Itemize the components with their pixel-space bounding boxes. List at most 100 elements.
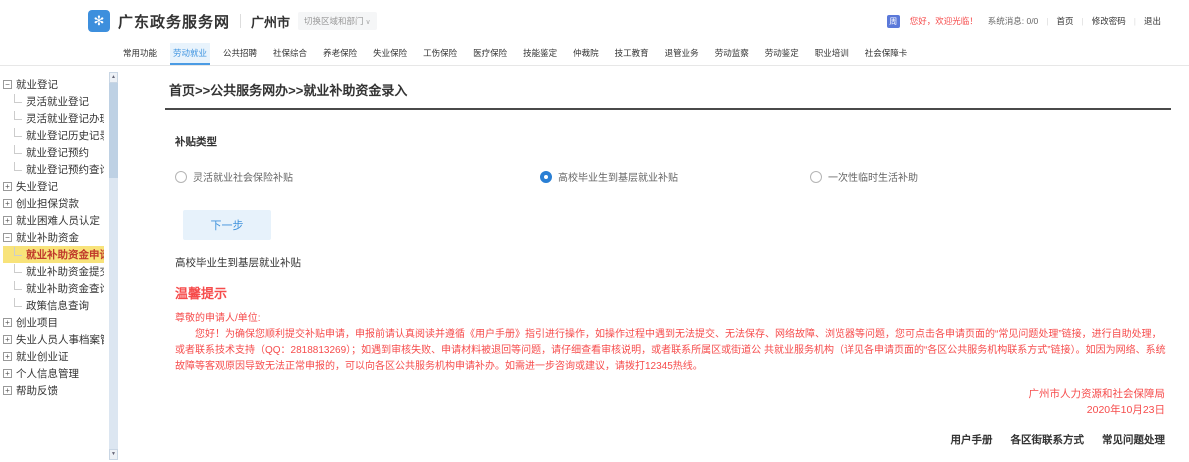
selected-subsidy-text: 高校毕业生到基层就业补贴 — [175, 257, 301, 269]
sidebar-item-label: 就业补助资金查询 — [26, 283, 104, 295]
change-password-link[interactable]: 修改密码 — [1092, 15, 1126, 27]
sidebar-item[interactable]: 就业登记预约查询 — [3, 161, 104, 178]
sidebar-item[interactable]: 灵活就业登记办理结果 — [3, 110, 104, 127]
nav-item-4[interactable]: 社保综合 — [270, 43, 310, 65]
breadcrumb: 首页>>公共服务网办>>就业补助资金录入 — [165, 78, 1171, 110]
footer-link-3[interactable]: 常见问题处理 — [1102, 434, 1165, 446]
sidebar-item[interactable]: 就业登记历史记录 — [3, 127, 104, 144]
sidebar-item[interactable]: + 就业创业证 — [3, 348, 104, 365]
tree-branch-icon — [14, 145, 22, 154]
sidebar-item[interactable]: 就业补助资金提交 — [3, 263, 104, 280]
nav-item-9[interactable]: 技能鉴定 — [520, 43, 560, 65]
sidebar-item[interactable]: + 失业登记 — [3, 178, 104, 195]
sidebar-item-label: 政策信息查询 — [26, 300, 89, 312]
sidebar-item[interactable]: 就业补助资金申请 — [3, 246, 104, 263]
nav-item-8[interactable]: 医疗保险 — [470, 43, 510, 65]
nav-item-11[interactable]: 技工教育 — [612, 43, 652, 65]
notice-signature: 广州市人力资源和社会保障局 2020年10月23日 — [165, 386, 1171, 418]
agency-name: 广州市人力资源和社会保障局 — [1028, 388, 1166, 400]
sidebar-item-label: 就业登记 — [16, 79, 58, 91]
nav-item-10[interactable]: 仲裁院 — [570, 43, 602, 65]
expand-icon[interactable]: + — [3, 386, 12, 395]
sidebar-item[interactable]: + 就业困难人员认定 — [3, 212, 104, 229]
sidebar-item-label: 就业登记预约 — [26, 147, 89, 159]
radio-unchecked-icon[interactable] — [810, 170, 822, 183]
logout-link[interactable]: 退出 — [1144, 15, 1161, 27]
sidebar-item[interactable]: + 帮助反馈 — [3, 382, 104, 399]
expand-icon[interactable]: + — [3, 352, 12, 361]
sidebar-item[interactable]: + 创业项目 — [3, 314, 104, 331]
nav-item-3[interactable]: 公共招聘 — [220, 43, 260, 65]
tree-branch-icon — [14, 247, 22, 256]
sidebar-item[interactable]: + 个人信息管理 — [3, 365, 104, 382]
footer-link-2[interactable]: 各区街联系方式 — [1011, 434, 1085, 446]
nav-item-6[interactable]: 失业保险 — [370, 43, 410, 65]
scroll-down-icon[interactable]: ▼ — [109, 449, 118, 460]
sidebar-item[interactable]: + 创业担保贷款 — [3, 195, 104, 212]
footer-links: 用户手册 各区街联系方式 常见问题处理 — [165, 432, 1171, 447]
page-body: −就业登记灵活就业登记灵活就业登记办理结果就业登记历史记录就业登记预约就业登记预… — [0, 66, 1189, 462]
expand-icon[interactable]: + — [3, 182, 12, 191]
sidebar-item[interactable]: − 就业登记 — [3, 76, 104, 93]
radio-option-2[interactable]: 高校毕业生到基层就业补贴 — [540, 169, 810, 184]
sidebar-item[interactable]: 就业登记预约 — [3, 144, 104, 161]
sidebar-item-label: 创业担保贷款 — [16, 198, 79, 210]
main-nav: 常用功能 劳动就业 公共招聘 社保综合 养老保险 失业保险 工伤保险 医疗保险 技能鉴定 仲裁院技… — [0, 42, 1189, 66]
nav-item-16[interactable]: 社会保障卡 — [862, 43, 911, 65]
nav-item-14[interactable]: 劳动鉴定 — [762, 43, 802, 65]
tree-branch-icon — [14, 281, 22, 290]
sidebar-item[interactable]: + 失业人员人事档案管理 — [3, 331, 104, 348]
nav-item-15[interactable]: 职业培训 — [812, 43, 852, 65]
collapse-icon[interactable]: − — [3, 233, 12, 242]
scrollbar-thumb[interactable] — [109, 83, 118, 178]
home-link[interactable]: 首页 — [1057, 15, 1074, 27]
subsidy-type-label: 补贴类型 — [175, 136, 217, 148]
sidebar-item-label: 就业补助资金提交 — [26, 266, 104, 278]
notice-title: 温馨提示 — [175, 286, 228, 301]
sidebar-scrollbar[interactable]: ▲ ▼ — [109, 72, 118, 460]
notice-body: 您好！为确保您顺利提交补贴申请，申报前请认真阅读并遵循《用户手册》指引进行操作，… — [175, 329, 1166, 372]
tree-branch-icon — [14, 298, 22, 307]
region-switch-label: 切换区域和部门 — [304, 16, 364, 26]
expand-icon[interactable]: + — [3, 318, 12, 327]
expand-icon[interactable]: + — [3, 199, 12, 208]
radio-option-label: 一次性临时生活补助 — [828, 173, 918, 184]
nav-item-2[interactable]: 劳动就业 — [170, 43, 211, 65]
nav-item-1[interactable]: 常用功能 — [120, 43, 160, 65]
system-message[interactable]: 系统消息: 0/0 — [988, 15, 1039, 27]
region-switch-dropdown[interactable]: 切换区域和部门 ∨ — [298, 12, 377, 30]
sidebar-item-label: 就业创业证 — [16, 351, 69, 363]
sidebar-tree: −就业登记灵活就业登记灵活就业登记办理结果就业登记历史记录就业登记预约就业登记预… — [3, 76, 120, 399]
nav-item-7[interactable]: 工伤保险 — [420, 43, 460, 65]
radio-option-3[interactable]: 一次性临时生活补助 — [810, 169, 918, 184]
sidebar-item-label: 就业补助资金申请 — [26, 249, 104, 261]
sidebar-item-label: 失业人员人事档案管理 — [16, 334, 104, 346]
nav-item-13[interactable]: 劳动监察 — [712, 43, 752, 65]
sidebar-item[interactable]: 灵活就业登记 — [3, 93, 104, 110]
chevron-down-icon: ∨ — [365, 19, 371, 26]
footer-link-1[interactable]: 用户手册 — [951, 434, 993, 446]
expand-icon[interactable]: + — [3, 216, 12, 225]
sidebar-item[interactable]: − 就业补助资金 — [3, 229, 104, 246]
sidebar-item-label: 帮助反馈 — [16, 385, 58, 397]
tree-branch-icon — [14, 94, 22, 103]
sidebar-item[interactable]: 就业补助资金查询 — [3, 280, 104, 297]
sidebar-item-label: 个人信息管理 — [16, 368, 79, 380]
collapse-icon[interactable]: − — [3, 80, 12, 89]
user-avatar[interactable]: 周 — [886, 14, 900, 28]
scroll-up-icon[interactable]: ▲ — [109, 72, 118, 83]
next-step-button[interactable]: 下一步 — [183, 210, 271, 240]
radio-checked-icon[interactable] — [540, 170, 552, 183]
tree-branch-icon — [14, 111, 22, 120]
sidebar-item-label: 就业登记预约查询 — [26, 164, 104, 176]
radio-unchecked-icon[interactable] — [175, 170, 187, 183]
site-logo-icon: ✻ — [88, 10, 110, 32]
welcome-text: 您好，欢迎光临！ — [909, 16, 978, 26]
expand-icon[interactable]: + — [3, 335, 12, 344]
sidebar: −就业登记灵活就业登记灵活就业登记办理结果就业登记历史记录就业登记预约就业登记预… — [0, 66, 120, 462]
radio-option-1[interactable]: 灵活就业社会保险补贴 — [175, 169, 540, 184]
nav-item-5[interactable]: 养老保险 — [320, 43, 360, 65]
expand-icon[interactable]: + — [3, 369, 12, 378]
nav-item-12[interactable]: 退管业务 — [662, 43, 702, 65]
sidebar-item[interactable]: 政策信息查询 — [3, 297, 104, 314]
